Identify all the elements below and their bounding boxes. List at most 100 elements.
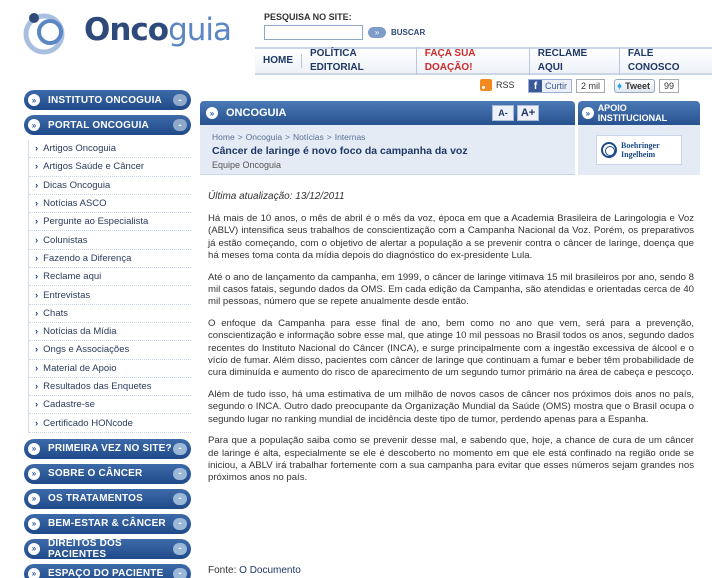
logo-text-bold: Onco bbox=[84, 12, 169, 48]
facebook-icon: f bbox=[529, 80, 542, 92]
sidebar-item-artigos-saude-cancer[interactable]: Artigos Saúde e Câncer bbox=[29, 158, 191, 177]
sidebar-section-label: SOBRE O CÂNCER bbox=[48, 468, 143, 480]
chevron-right-icon: » bbox=[582, 107, 594, 119]
sidebar-item-fazendo-diferenca[interactable]: Fazendo a Diferença bbox=[29, 250, 191, 269]
tweet-label: Tweet bbox=[625, 81, 650, 91]
article-body: Última atualização: 13/12/2011 Há mais d… bbox=[208, 191, 694, 494]
sponsor-header: » APOIO INSTITUCIONAL bbox=[578, 101, 700, 125]
font-increase-button[interactable]: A+ bbox=[517, 105, 539, 121]
portal-submenu: Artigos Oncoguia Artigos Saúde e Câncer … bbox=[28, 140, 191, 433]
breadcrumb-separator: > bbox=[285, 132, 291, 142]
collapse-icon[interactable]: - bbox=[173, 517, 187, 530]
sidebar: » INSTITUTO ONCOGUIA - » PORTAL ONCOGUIA… bbox=[24, 90, 191, 578]
sidebar-item-certificado-honcode[interactable]: Certificado HONcode bbox=[29, 414, 191, 433]
article-header: Home > Oncoguia > Notícias > Internas Cânce… bbox=[200, 125, 575, 175]
tweet-button[interactable]: ♦ Tweet bbox=[614, 79, 655, 93]
breadcrumb-separator: > bbox=[326, 132, 332, 142]
facebook-like: f Curtir 2 mil bbox=[528, 79, 606, 93]
sidebar-section-label: INSTITUTO ONCOGUIA bbox=[48, 94, 162, 106]
sidebar-section-primeira-vez[interactable]: » PRIMEIRA VEZ NO SITE? - bbox=[24, 438, 191, 459]
sidebar-item-entrevistas[interactable]: Entrevistas bbox=[29, 286, 191, 305]
article-source: Fonte: O Documento bbox=[208, 565, 301, 576]
breadcrumb-separator: > bbox=[237, 132, 243, 142]
font-decrease-button[interactable]: A- bbox=[492, 105, 514, 121]
content-panel-header: » ONCOGUIA A- A+ bbox=[200, 101, 575, 125]
sidebar-item-artigos-oncoguia[interactable]: Artigos Oncoguia bbox=[29, 140, 191, 159]
article-paragraph: Além de tudo isso, há uma estimativa de … bbox=[208, 388, 694, 425]
sponsor-logo-line2: Ingelheim bbox=[621, 150, 656, 159]
sidebar-section-label: BEM-ESTAR & CÂNCER bbox=[48, 518, 166, 530]
sidebar-item-noticias-midia[interactable]: Notícias da Mídia bbox=[29, 323, 191, 342]
sidebar-item-pergunte-especialista[interactable]: Pergunte ao Especialista bbox=[29, 213, 191, 232]
nav-donate[interactable]: FAÇA SUA DOAÇÃO! bbox=[417, 47, 530, 75]
collapse-icon[interactable]: - bbox=[173, 119, 187, 131]
collapse-icon[interactable]: - bbox=[173, 492, 187, 505]
sidebar-item-cadastre-se[interactable]: Cadastre-se bbox=[29, 396, 191, 415]
nav-home[interactable]: HOME bbox=[255, 54, 302, 68]
breadcrumb-oncoguia[interactable]: Oncoguia bbox=[246, 132, 282, 142]
sidebar-section-label: PRIMEIRA VEZ NO SITE? bbox=[48, 443, 172, 455]
collapse-icon[interactable]: - bbox=[173, 467, 187, 480]
boehringer-emblem-icon bbox=[601, 142, 617, 158]
breadcrumb: Home > Oncoguia > Notícias > Internas bbox=[212, 132, 563, 142]
breadcrumb-internas[interactable]: Internas bbox=[335, 132, 366, 142]
sidebar-item-resultados-enquetes[interactable]: Resultados das Enquetes bbox=[29, 378, 191, 397]
sidebar-section-instituto[interactable]: » INSTITUTO ONCOGUIA - bbox=[24, 90, 191, 110]
breadcrumb-noticias[interactable]: Notícias bbox=[293, 132, 324, 142]
sidebar-section-sobre-cancer[interactable]: » SOBRE O CÂNCER - bbox=[24, 463, 191, 484]
sidebar-item-chats[interactable]: Chats bbox=[29, 305, 191, 323]
oncoguia-logo[interactable]: Oncoguia bbox=[22, 8, 242, 58]
article-paragraph: O enfoque da Campanha para esse final de… bbox=[208, 317, 694, 379]
sponsor-logo[interactable]: Boehringer Ingelheim bbox=[596, 135, 682, 165]
sidebar-item-ongs-associacoes[interactable]: Ongs e Associações bbox=[29, 341, 191, 360]
sidebar-section-label: ESPAÇO DO PACIENTE bbox=[48, 568, 164, 578]
chevron-right-icon: » bbox=[28, 492, 40, 505]
sidebar-section-espaco-paciente[interactable]: » ESPAÇO DO PACIENTE - bbox=[24, 563, 191, 578]
sidebar-item-reclame-aqui[interactable]: Reclame aqui bbox=[29, 268, 191, 287]
logo-text-light: guia bbox=[168, 12, 232, 48]
article-author: Equipe Oncoguia bbox=[212, 160, 282, 170]
search-arrow-icon: » bbox=[368, 27, 386, 38]
sidebar-item-material-apoio[interactable]: Material de Apoio bbox=[29, 360, 191, 378]
sidebar-item-colunistas[interactable]: Colunistas bbox=[29, 231, 191, 250]
article-title: Câncer de laringe é novo foco da campanh… bbox=[212, 145, 468, 157]
sidebar-section-portal[interactable]: » PORTAL ONCOGUIA - bbox=[24, 115, 191, 135]
twitter-bird-icon: ♦ bbox=[617, 80, 623, 92]
nav-editorial-policy[interactable]: POLÍTICA EDITORIAL bbox=[302, 47, 417, 75]
breadcrumb-home[interactable]: Home bbox=[212, 132, 235, 142]
chevron-right-icon: » bbox=[28, 119, 40, 131]
sidebar-section-label: DIREITOS DOS PACIENTES bbox=[48, 537, 122, 560]
collapse-icon[interactable]: - bbox=[173, 94, 187, 106]
nav-contact[interactable]: FALE CONOSCO bbox=[620, 47, 712, 75]
sponsor-logo-text: Boehringer Ingelheim bbox=[621, 141, 660, 159]
last-updated: Última atualização: 13/12/2011 bbox=[208, 191, 345, 202]
collapse-icon[interactable]: - bbox=[173, 442, 187, 455]
search-button[interactable]: » BUSCAR bbox=[368, 25, 425, 40]
collapse-icon[interactable]: - bbox=[173, 542, 187, 555]
nav-complain[interactable]: RECLAME AQUI bbox=[530, 47, 620, 75]
collapse-icon[interactable]: - bbox=[173, 567, 187, 578]
sidebar-section-direitos[interactable]: » DIREITOS DOS PACIENTES - bbox=[24, 537, 191, 560]
facebook-like-button[interactable]: f Curtir bbox=[528, 79, 572, 93]
chevron-right-icon: » bbox=[28, 467, 40, 480]
rss-link[interactable]: RSS bbox=[480, 79, 515, 91]
source-link[interactable]: O Documento bbox=[239, 565, 301, 576]
logo-swirl-icon bbox=[23, 13, 65, 55]
sponsor-logo-line1: Boehringer bbox=[621, 141, 660, 150]
sponsor-box: Boehringer Ingelheim bbox=[578, 125, 700, 175]
search-input[interactable] bbox=[264, 25, 363, 40]
sidebar-section-label: PORTAL ONCOGUIA bbox=[48, 119, 149, 131]
sidebar-item-dicas-oncoguia[interactable]: Dicas Oncoguia bbox=[29, 177, 191, 195]
sidebar-section-label: OS TRATAMENTOS bbox=[48, 493, 144, 505]
chevron-right-icon: » bbox=[28, 567, 40, 578]
sidebar-section-bem-estar[interactable]: » BEM-ESTAR & CÂNCER - bbox=[24, 513, 191, 534]
article-paragraph: Até o ano de lançamento da campanha, em … bbox=[208, 271, 694, 308]
sidebar-section-tratamentos[interactable]: » OS TRATAMENTOS - bbox=[24, 488, 191, 509]
chevron-right-icon: » bbox=[28, 517, 40, 530]
facebook-like-label: Curtir bbox=[545, 81, 567, 91]
twitter-tweet: ♦ Tweet 99 bbox=[614, 79, 679, 93]
chevron-right-icon: » bbox=[206, 107, 218, 119]
sidebar-item-noticias-asco[interactable]: Notícias ASCO bbox=[29, 195, 191, 214]
search-label: PESQUISA NO SITE: bbox=[264, 12, 352, 22]
article-paragraph: Para que a população saiba como se preve… bbox=[208, 435, 694, 484]
